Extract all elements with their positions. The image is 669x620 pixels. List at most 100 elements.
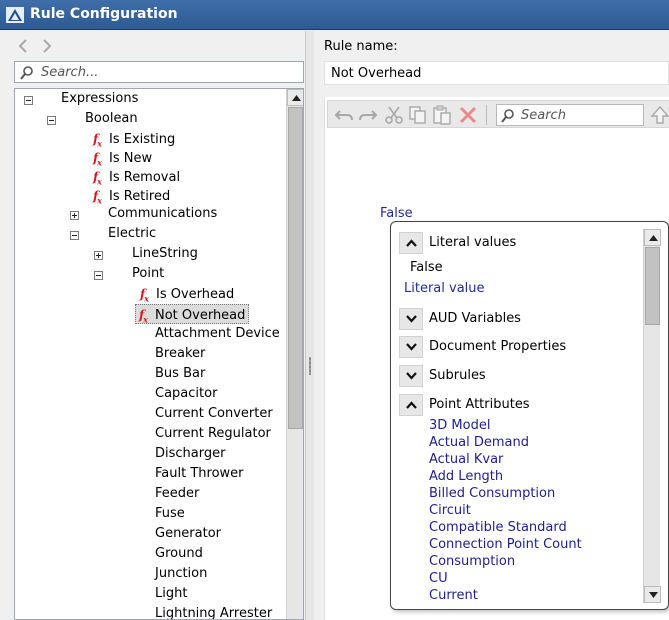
- tree-node-ground[interactable]: Ground: [155, 544, 203, 564]
- tree-node-discharger[interactable]: Discharger: [155, 444, 225, 464]
- splitter-grip[interactable]: [309, 357, 311, 375]
- attribute-connection-point-count[interactable]: Connection Point Count: [429, 537, 582, 552]
- expand-subrules-button[interactable]: [399, 365, 423, 387]
- tree-node-light[interactable]: Light: [155, 584, 187, 604]
- subrules-section-header[interactable]: Subrules: [399, 365, 639, 389]
- scroll-down-arrow-icon: [649, 592, 658, 598]
- collapse-expressions-toggle[interactable]: [24, 96, 33, 105]
- attribute-actual-kvar[interactable]: Actual Kvar: [429, 452, 503, 467]
- attribute-current[interactable]: Current: [429, 588, 478, 603]
- tree-node-breaker[interactable]: Breaker: [155, 344, 205, 364]
- expression-value-link[interactable]: False: [380, 206, 413, 221]
- attribute-billed-consumption[interactable]: Billed Consumption: [429, 486, 555, 501]
- tree-node-point[interactable]: Point: [132, 264, 164, 284]
- left-panel: Expressions Boolean fxIs Existing fxIs N…: [0, 31, 306, 620]
- tree-node-communications[interactable]: Communications: [108, 204, 217, 224]
- forward-arrow-icon[interactable]: [40, 38, 54, 54]
- expand-aud-variables-button[interactable]: [399, 308, 423, 330]
- tree-node-electric[interactable]: Electric: [108, 224, 156, 244]
- aud-variables-section-header[interactable]: AUD Variables: [399, 308, 639, 332]
- collapse-literal-values-button[interactable]: [399, 232, 423, 254]
- tree-node-lightning-arrester[interactable]: Lightning Arrester: [155, 604, 272, 619]
- scroll-thumb[interactable]: [288, 107, 303, 429]
- tree-node-linestring[interactable]: LineString: [132, 244, 198, 264]
- scroll-up-arrow-icon: [649, 235, 658, 241]
- title-bar: Rule Configuration: [0, 0, 669, 30]
- tree-node-is-retired[interactable]: fx Is Retired: [93, 186, 170, 206]
- collapse-electric-toggle[interactable]: [70, 231, 79, 240]
- editor-toolbar: [327, 100, 669, 128]
- value-picker-popup: Literal values False Literal value AUD V…: [390, 221, 669, 610]
- panel-splitter[interactable]: [306, 31, 314, 620]
- copy-icon[interactable]: [408, 105, 428, 125]
- tree-node-is-overhead[interactable]: fx Is Overhead: [140, 284, 234, 304]
- expression-tree[interactable]: Expressions Boolean fx Is Existing fx Is N…: [14, 88, 304, 620]
- literal-value-link[interactable]: Literal value: [404, 281, 485, 296]
- scroll-up-arrow-icon: [292, 95, 301, 101]
- popup-scrollbar[interactable]: [643, 229, 661, 603]
- tree-node-attachment-device[interactable]: Attachment Device: [155, 324, 280, 344]
- tree-node-feeder[interactable]: Feeder: [155, 484, 199, 504]
- tree-node-boolean[interactable]: Boolean: [85, 109, 138, 129]
- attribute-add-length[interactable]: Add Length: [429, 469, 503, 484]
- paste-icon[interactable]: [432, 105, 452, 125]
- function-icon: fx: [93, 189, 102, 206]
- tree-node-current-converter[interactable]: Current Converter: [155, 404, 273, 424]
- attribute-actual-demand[interactable]: Actual Demand: [429, 435, 529, 450]
- attribute-circuit[interactable]: Circuit: [429, 503, 471, 518]
- tree-node-junction[interactable]: Junction: [155, 564, 207, 584]
- chevron-down-icon: [406, 372, 417, 380]
- chevron-up-icon: [406, 239, 417, 247]
- toolbar-separator: [486, 105, 487, 125]
- cut-icon[interactable]: [384, 105, 404, 125]
- tree-search-input[interactable]: [39, 63, 299, 81]
- attribute-compatible-standard[interactable]: Compatible Standard: [429, 520, 567, 535]
- rule-name-input[interactable]: [324, 61, 669, 85]
- attribute-3d-model[interactable]: 3D Model: [429, 418, 490, 433]
- delete-icon[interactable]: [458, 105, 478, 125]
- tree-node-fault-thrower[interactable]: Fault Thrower: [155, 464, 244, 484]
- expand-linestring-toggle[interactable]: [94, 251, 103, 260]
- document-properties-section-header[interactable]: Document Properties: [399, 336, 639, 360]
- popup-scroll-down-button[interactable]: [644, 586, 661, 603]
- literal-false-item[interactable]: False: [410, 260, 443, 275]
- rule-name-label: Rule name:: [324, 39, 398, 54]
- tree-node-generator[interactable]: Generator: [155, 524, 221, 544]
- point-attributes-section-header[interactable]: Point Attributes: [399, 394, 639, 418]
- literal-values-section-header[interactable]: Literal values: [399, 232, 639, 256]
- attribute-consumption[interactable]: Consumption: [429, 554, 515, 569]
- back-arrow-icon[interactable]: [16, 38, 30, 54]
- tree-node-is-new[interactable]: fx Is New: [93, 148, 152, 168]
- search-icon: [501, 109, 514, 123]
- expand-communications-toggle[interactable]: [70, 211, 79, 220]
- tree-search-box[interactable]: [14, 61, 304, 83]
- attribute-cu[interactable]: CU: [429, 571, 448, 586]
- collapse-boolean-toggle[interactable]: [47, 116, 56, 125]
- editor-search-input[interactable]: [519, 106, 639, 124]
- tree-node-fuse[interactable]: Fuse: [155, 504, 185, 524]
- collapse-point-toggle[interactable]: [94, 271, 103, 280]
- collapse-point-attributes-button[interactable]: [399, 394, 423, 416]
- chevron-down-icon: [406, 315, 417, 323]
- move-up-icon[interactable]: [650, 105, 669, 125]
- redo-icon[interactable]: [358, 105, 378, 125]
- popup-scroll-thumb[interactable]: [645, 247, 660, 325]
- window-title: Rule Configuration: [30, 6, 178, 22]
- tree-node-not-overhead-selected[interactable]: fx Not Overhead: [135, 304, 250, 324]
- tree-node-expressions[interactable]: Expressions: [61, 89, 138, 109]
- tree-node-is-removal[interactable]: fx Is Removal: [93, 167, 180, 187]
- search-icon: [20, 66, 33, 80]
- tree-node-is-existing[interactable]: fx Is Existing: [93, 129, 175, 149]
- tree-node-current-regulator[interactable]: Current Regulator: [155, 424, 271, 444]
- scroll-up-button[interactable]: [287, 89, 303, 106]
- right-panel: Rule name: Not Overhead Search False Lit…: [314, 31, 669, 620]
- tree-node-capacitor[interactable]: Capacitor: [155, 384, 217, 404]
- tree-node-bus-bar[interactable]: Bus Bar: [155, 364, 205, 384]
- tree-scrollbar[interactable]: [286, 89, 303, 619]
- app-logo-icon: [6, 7, 24, 23]
- expression-editor[interactable]: False Literal values False Literal value…: [324, 97, 669, 620]
- expand-document-properties-button[interactable]: [399, 336, 423, 358]
- editor-search-box[interactable]: [496, 104, 644, 126]
- popup-scroll-up-button[interactable]: [644, 229, 661, 246]
- undo-icon[interactable]: [334, 105, 354, 125]
